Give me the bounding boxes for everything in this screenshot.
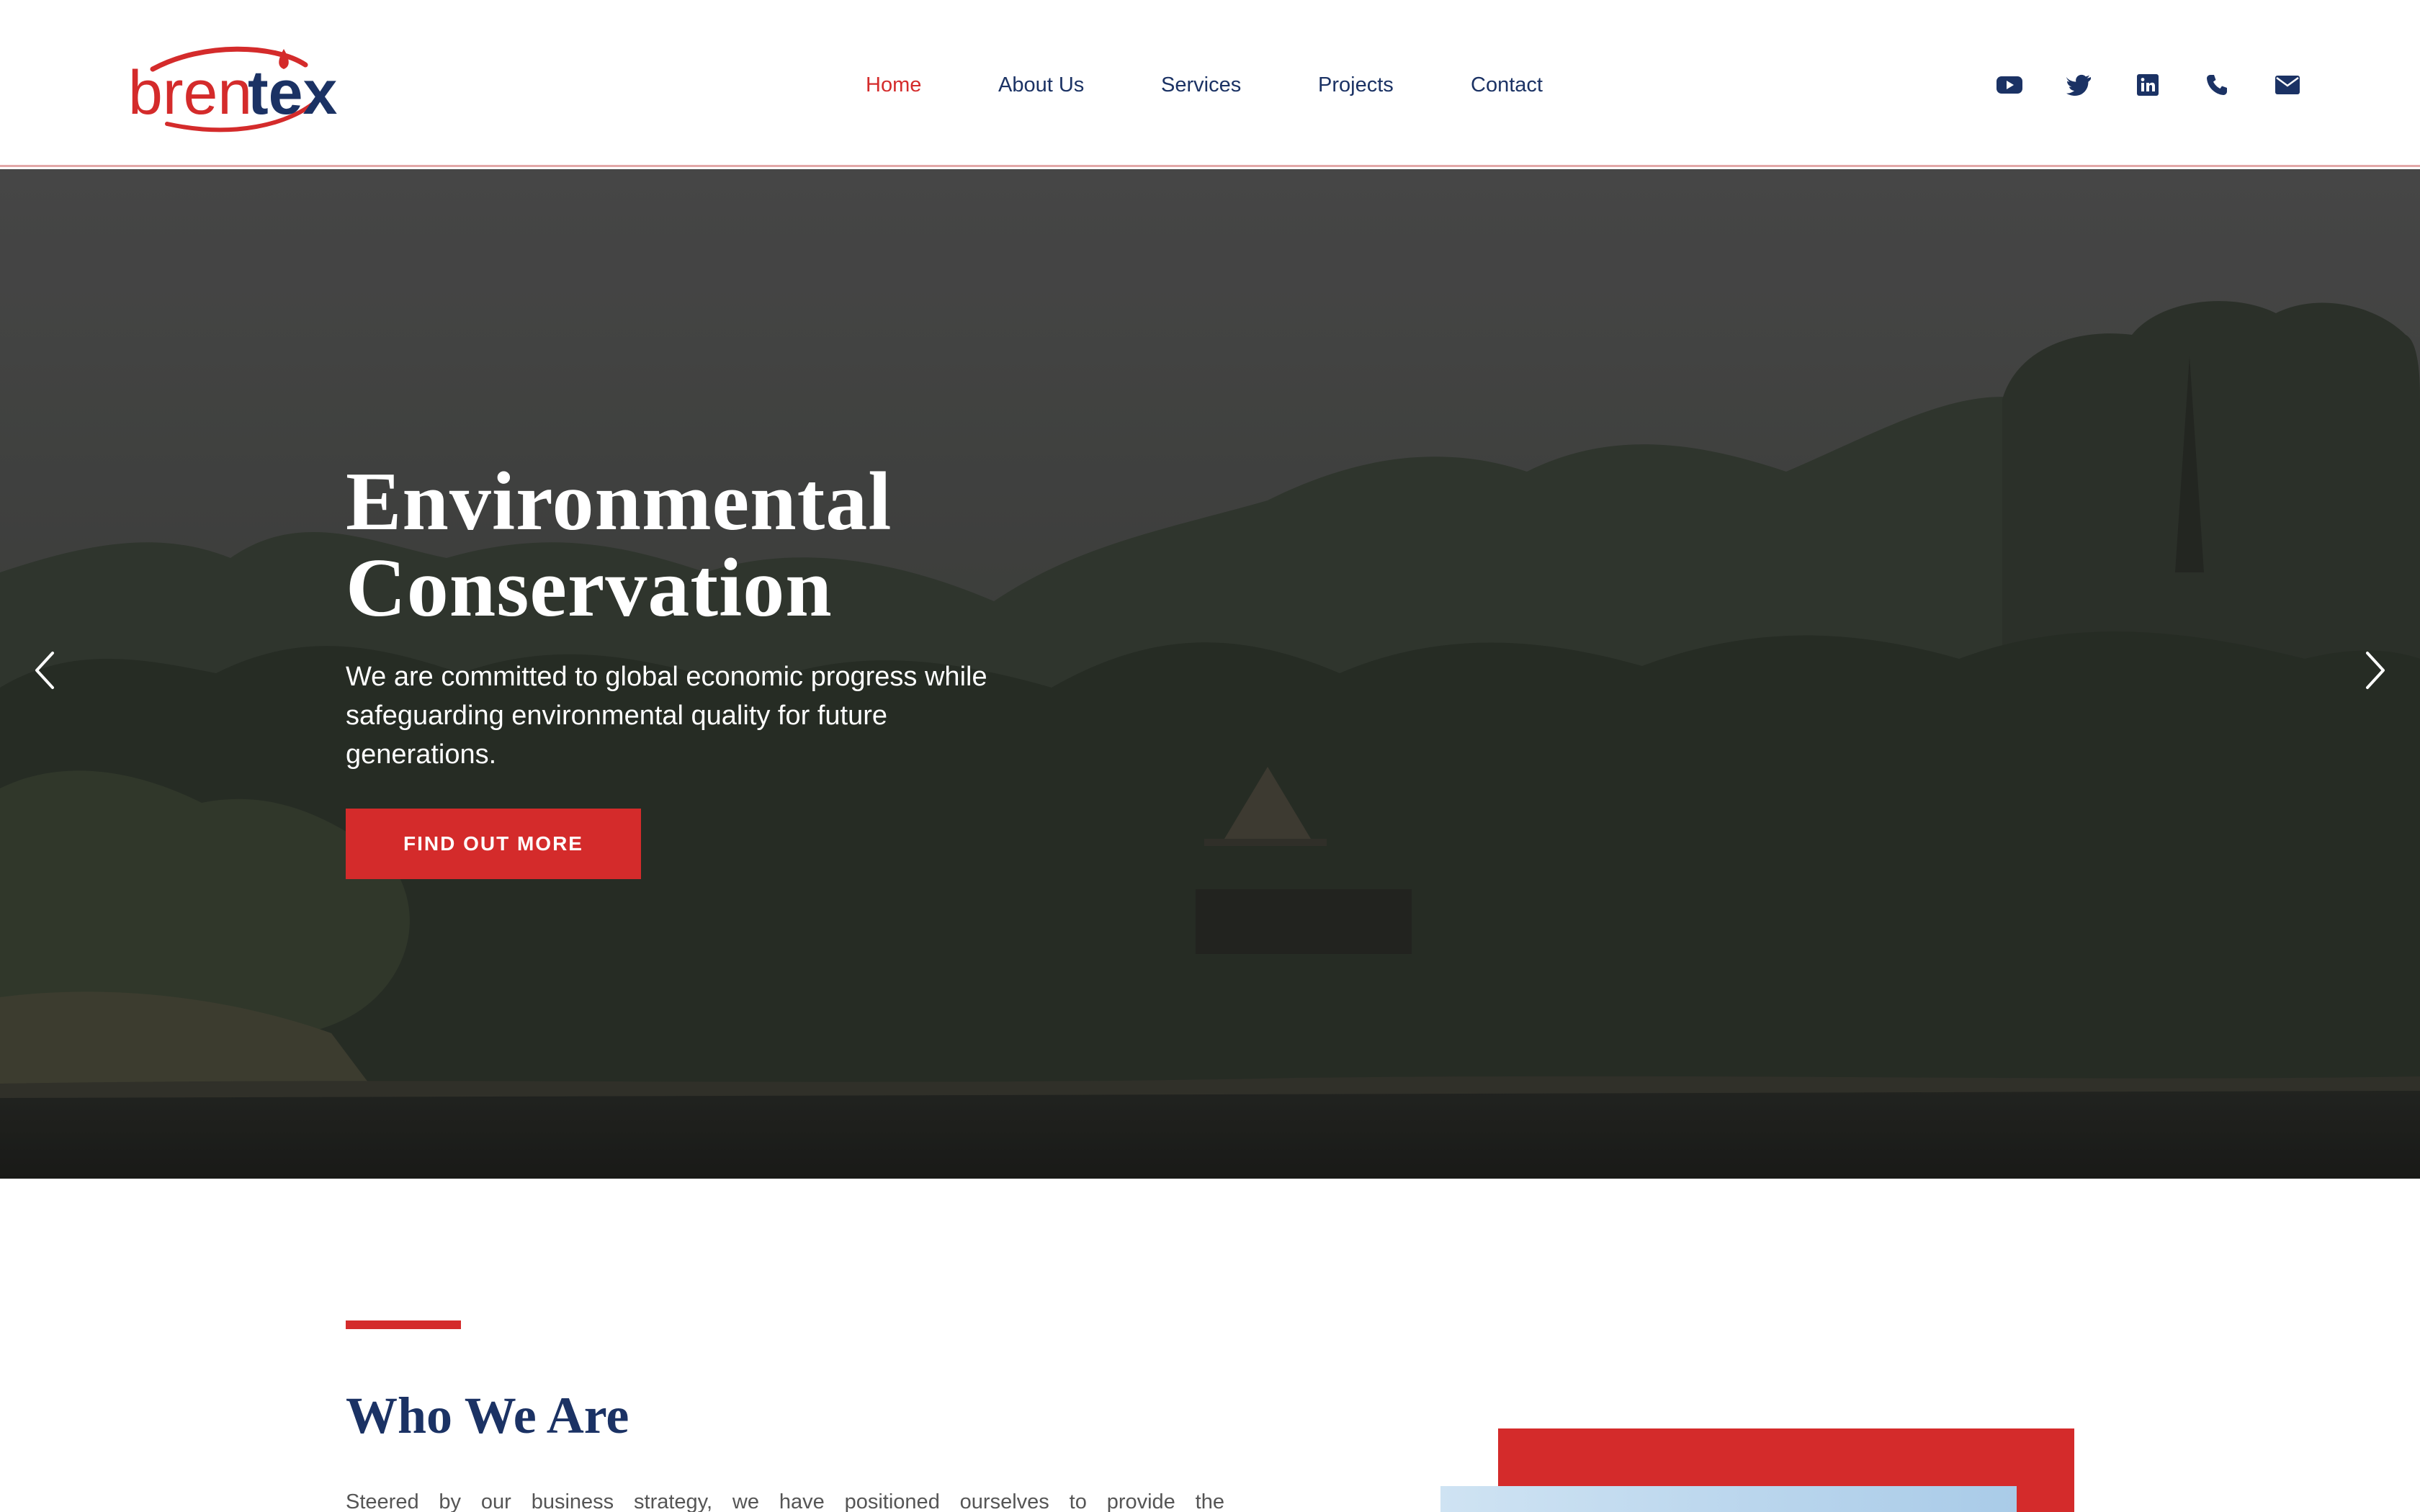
nav-services[interactable]: Services <box>1161 69 1241 101</box>
hero-title-line-1: Environmental <box>346 456 892 548</box>
find-out-more-button[interactable]: FIND OUT MORE <box>346 809 641 879</box>
youtube-icon[interactable] <box>1994 69 2025 101</box>
hero-slider: Environmental Conservation We are commit… <box>0 169 2420 1179</box>
nav-about-us[interactable]: About Us <box>998 69 1084 101</box>
section-accent-bar <box>346 1320 461 1329</box>
chevron-right-icon <box>2366 652 2385 689</box>
envelope-icon[interactable] <box>2272 69 2303 101</box>
section-title: Who We Are <box>346 1387 629 1444</box>
hero-subtitle: We are committed to global economic prog… <box>346 662 987 770</box>
slider-prev-button[interactable] <box>23 644 66 696</box>
linkedin-icon[interactable] <box>2132 69 2164 101</box>
svg-text:tex: tex <box>248 58 337 127</box>
phone-icon[interactable] <box>2201 69 2233 101</box>
nav-projects[interactable]: Projects <box>1318 69 1394 101</box>
about-image <box>1440 1486 2017 1512</box>
hero-title-line-2: Conservation <box>346 542 833 634</box>
site-header: bren tex Home About Us Services Projects… <box>0 0 2420 167</box>
hero-title: Environmental Conservation <box>346 459 1138 631</box>
chevron-left-icon <box>35 652 54 689</box>
twitter-icon[interactable] <box>2063 69 2094 101</box>
slider-next-button[interactable] <box>2354 644 2397 696</box>
section-text: Steered by our business strategy, we hav… <box>346 1490 1224 1512</box>
svg-text:bren: bren <box>128 58 252 127</box>
brentex-logo[interactable]: bren tex <box>124 37 340 138</box>
nav-contact[interactable]: Contact <box>1471 69 1543 101</box>
nav-home[interactable]: Home <box>866 69 921 101</box>
